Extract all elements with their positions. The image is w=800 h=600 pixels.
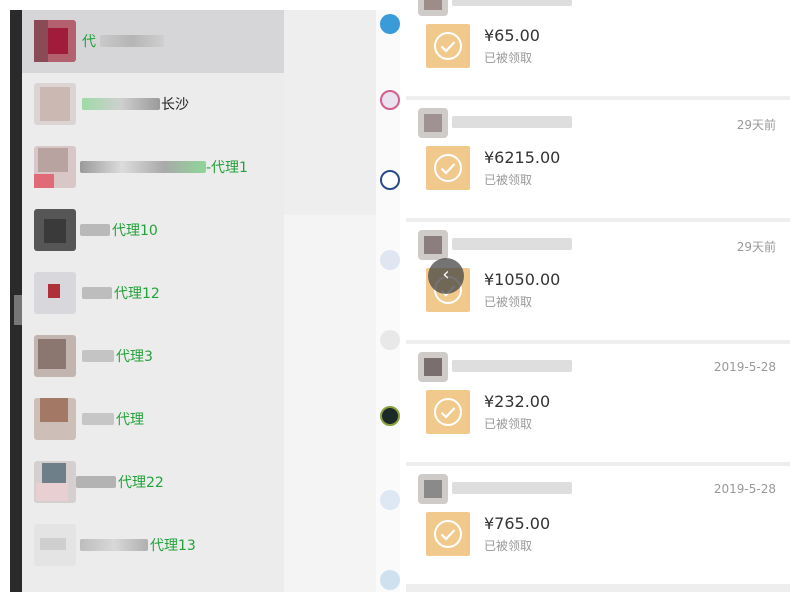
contact-name: 代理13 — [150, 538, 196, 554]
background-icon-column — [376, 10, 400, 592]
record-time: 29天前 — [736, 118, 776, 132]
contact-item[interactable]: 代理12 — [22, 262, 284, 325]
contact-item[interactable]: 代理22 — [22, 451, 284, 514]
blurred-text — [100, 35, 164, 47]
blurred-text — [82, 287, 112, 299]
contact-name: 代理3 — [116, 349, 153, 365]
app-icon[interactable] — [380, 90, 400, 110]
blurred-text — [82, 350, 114, 362]
contact-item[interactable]: 长沙 — [22, 73, 284, 136]
red-packet-icon — [426, 390, 470, 434]
red-packet-records: ¥65.00 已被领取 29天前 ¥6215.00 已被领取 29天前 ¥105… — [406, 0, 790, 592]
record-amount: ¥765.00 — [484, 514, 551, 533]
blurred-sender-name — [452, 116, 572, 128]
check-icon — [434, 154, 462, 182]
contact-name: 代理12 — [114, 286, 160, 302]
record-card[interactable]: 2019-5-28 ¥232.00 已被领取 — [406, 344, 790, 462]
contact-item[interactable]: -代理1 — [22, 136, 284, 199]
back-float-button[interactable]: ‹ — [428, 258, 464, 294]
avatar — [418, 108, 448, 138]
avatar — [34, 146, 76, 188]
app-icon[interactable] — [380, 14, 400, 34]
blurred-text — [80, 539, 148, 551]
blurred-text — [82, 413, 114, 425]
blurred-text — [76, 476, 116, 488]
record-card[interactable]: 29天前 ¥1050.00 已被领取 ‹ — [406, 222, 790, 340]
record-status: 已被领取 — [484, 417, 533, 431]
app-icon[interactable] — [380, 406, 400, 426]
record-time: 29天前 — [736, 240, 776, 254]
app-icon[interactable] — [380, 490, 400, 510]
check-icon — [434, 520, 462, 548]
record-status: 已被领取 — [484, 539, 533, 553]
record-amount: ¥6215.00 — [484, 148, 561, 167]
record-card[interactable]: 29天前 ¥6215.00 已被领取 — [406, 100, 790, 218]
blurred-text — [80, 224, 110, 236]
record-amount: ¥232.00 — [484, 392, 551, 411]
app-side-bar — [10, 10, 22, 592]
avatar — [34, 335, 76, 377]
contact-item[interactable]: 代理13 — [22, 514, 284, 577]
side-bar-tab[interactable] — [14, 295, 22, 325]
blurred-text — [80, 161, 206, 173]
contact-list: 代 长沙 -代理1 代理10 代理12 代理3 代理 代理22 代理13 — [22, 10, 284, 592]
record-time: 2019-5-28 — [713, 360, 776, 374]
avatar — [418, 0, 448, 16]
blurred-sender-name — [452, 482, 572, 494]
avatar — [418, 474, 448, 504]
avatar — [34, 20, 76, 62]
contact-name: -代理1 — [206, 160, 248, 176]
app-icon[interactable] — [380, 250, 400, 270]
avatar — [34, 209, 76, 251]
record-status: 已被领取 — [484, 173, 533, 187]
record-amount: ¥1050.00 — [484, 270, 561, 289]
record-card[interactable]: 2019-5-28 ¥765.00 已被领取 — [406, 466, 790, 584]
app-icon[interactable] — [380, 570, 400, 590]
left-margin — [0, 0, 10, 600]
red-packet-icon — [426, 512, 470, 556]
record-status: 已被领取 — [484, 295, 533, 309]
contact-item[interactable]: 代理 — [22, 388, 284, 451]
blurred-text — [82, 98, 160, 110]
contact-name: 代理10 — [112, 223, 158, 239]
contact-name: 代 — [82, 34, 96, 50]
avatar — [34, 272, 76, 314]
star-icon[interactable] — [380, 170, 400, 190]
record-amount: ¥65.00 — [484, 26, 540, 45]
blurred-sender-name — [452, 360, 572, 372]
check-icon — [434, 398, 462, 426]
contact-name: 代理22 — [118, 475, 164, 491]
record-status: 已被领取 — [484, 51, 533, 65]
avatar — [34, 83, 76, 125]
avatar — [34, 398, 76, 440]
contact-item[interactable]: 代理3 — [22, 325, 284, 388]
avatar — [418, 230, 448, 260]
contact-name: 代理 — [116, 412, 144, 428]
background-window — [284, 10, 376, 592]
red-packet-icon — [426, 146, 470, 190]
record-card[interactable]: ¥65.00 已被领取 — [406, 0, 790, 96]
avatar — [34, 461, 76, 503]
background-window-header — [284, 10, 376, 215]
blurred-sender-name — [452, 0, 572, 6]
contact-name: 长沙 — [161, 97, 189, 113]
record-time: 2019-5-28 — [713, 482, 776, 496]
bottom-margin — [0, 592, 800, 600]
contact-item[interactable]: 代理10 — [22, 199, 284, 262]
avatar — [34, 524, 76, 566]
check-icon — [434, 32, 462, 60]
red-packet-icon — [426, 24, 470, 68]
blurred-sender-name — [452, 238, 572, 250]
app-icon[interactable] — [380, 330, 400, 350]
avatar — [418, 352, 448, 382]
contact-item[interactable]: 代 — [22, 10, 284, 73]
